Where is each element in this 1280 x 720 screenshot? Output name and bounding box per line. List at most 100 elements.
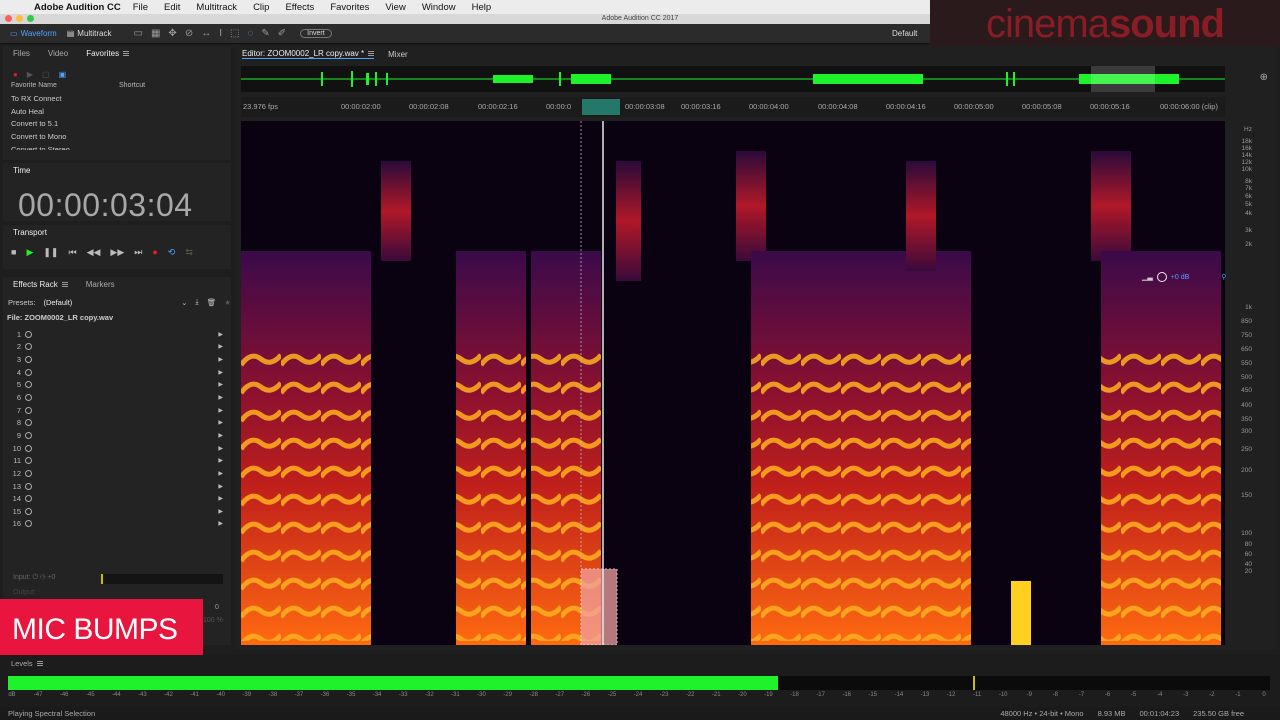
effect-slot[interactable]: 3 ▶	[3, 353, 231, 366]
chevron-down-icon[interactable]: ⌄	[181, 298, 187, 307]
minimize-window-button[interactable]	[16, 15, 23, 22]
tab-editor[interactable]: Editor: ZOOM0002_LR copy.wav *	[242, 49, 375, 59]
skip-icon[interactable]: ⇆	[185, 247, 193, 258]
waveform-display-icon[interactable]: ▭	[134, 28, 143, 39]
power-icon[interactable]	[25, 457, 32, 465]
close-window-button[interactable]	[5, 15, 12, 22]
tab-files[interactable]: Files	[13, 49, 30, 58]
multitrack-view-button[interactable]: ▤ Multitrack	[67, 29, 112, 38]
tab-mixer[interactable]: Mixer	[388, 50, 408, 59]
effect-slot[interactable]: 5 ▶	[3, 379, 231, 392]
lasso-tool-icon[interactable]: ◌	[247, 28, 253, 39]
zoom-fit-icon[interactable]: ⊕	[1260, 72, 1268, 83]
power-icon[interactable]	[25, 368, 32, 376]
panel-menu-icon[interactable]	[123, 50, 130, 56]
input-db[interactable]: +0	[47, 574, 55, 581]
current-time-display[interactable]: 00:00:03:04	[3, 187, 231, 224]
move-tool-icon[interactable]: ✥	[168, 28, 176, 39]
play-favorite-icon[interactable]: ▶	[27, 70, 33, 79]
chevron-right-icon[interactable]: ▶	[218, 445, 223, 452]
chevron-right-icon[interactable]: ▶	[218, 407, 223, 414]
panel-menu-icon[interactable]	[61, 281, 68, 287]
menu-multitrack[interactable]: Multitrack	[196, 2, 237, 13]
menu-effects[interactable]: Effects	[285, 2, 314, 13]
record-icon[interactable]: ●	[152, 247, 157, 258]
edit-favorite-icon[interactable]: ▣	[59, 70, 67, 79]
spot-healing-tool-icon[interactable]: ✐	[278, 28, 286, 39]
play-icon[interactable]: ▶	[26, 247, 33, 258]
hud-gain-value[interactable]: +0 dB	[1171, 274, 1190, 281]
rewind-icon[interactable]: ◀◀	[87, 247, 101, 258]
chevron-right-icon[interactable]: ▶	[218, 520, 223, 527]
menu-edit[interactable]: Edit	[164, 2, 180, 13]
power-icon[interactable]	[25, 482, 32, 490]
chevron-right-icon[interactable]: ▶	[218, 457, 223, 464]
menu-view[interactable]: View	[385, 2, 405, 13]
tab-video[interactable]: Video	[48, 49, 68, 58]
effect-slot[interactable]: 10 ▶	[3, 442, 231, 455]
effect-slot[interactable]: 15 ▶	[3, 505, 231, 518]
chevron-right-icon[interactable]: ▶	[218, 343, 223, 350]
effect-slot[interactable]: 16 ▶	[3, 518, 231, 531]
menu-help[interactable]: Help	[472, 2, 492, 13]
chevron-right-icon[interactable]: ▶	[218, 483, 223, 490]
effect-slot[interactable]: 11 ▶	[3, 454, 231, 467]
chevron-right-icon[interactable]: ▶	[218, 419, 223, 426]
brush-tool-icon[interactable]: ✎	[261, 28, 269, 39]
panel-menu-icon[interactable]	[368, 51, 375, 56]
favorite-item[interactable]: Convert to 5.1	[3, 118, 231, 131]
save-preset-icon[interactable]: ⤓	[195, 297, 198, 307]
power-icon[interactable]	[25, 469, 32, 477]
hud-gain-control[interactable]: ▁▃ +0 dB ⚲	[1142, 272, 1226, 282]
selection-range[interactable]	[582, 99, 620, 115]
razor-tool-icon[interactable]: ⊘	[185, 28, 193, 39]
power-icon[interactable]	[25, 406, 32, 414]
effect-slot[interactable]: 1 ▶	[3, 328, 231, 341]
menu-window[interactable]: Window	[422, 2, 456, 13]
chevron-right-icon[interactable]: ▶	[218, 369, 223, 376]
delete-favorite-icon[interactable]: ▢	[42, 70, 50, 79]
tab-markers[interactable]: Markers	[86, 280, 115, 289]
menu-favorites[interactable]: Favorites	[330, 2, 369, 13]
record-favorite-icon[interactable]: ●	[13, 70, 18, 79]
chevron-right-icon[interactable]: ▶	[218, 432, 223, 439]
effect-slot[interactable]: 12 ▶	[3, 467, 231, 480]
favorite-item[interactable]: Convert to Mono	[3, 131, 231, 144]
fast-forward-icon[interactable]: ▶▶	[110, 247, 124, 258]
marquee-tool-icon[interactable]: ⬚	[230, 28, 239, 39]
effect-slot[interactable]: 7 ▶	[3, 404, 231, 417]
tab-favorites[interactable]: Favorites	[86, 49, 130, 58]
go-to-start-icon[interactable]: ⏮	[68, 247, 76, 258]
chevron-right-icon[interactable]: ▶	[218, 470, 223, 477]
menu-file[interactable]: File	[133, 2, 148, 13]
waveform-view-button[interactable]: ▭ Waveform	[10, 29, 57, 38]
power-icon[interactable]	[25, 495, 32, 503]
favorite-item[interactable]: To RX Connect	[3, 93, 231, 106]
presets-dropdown[interactable]: (Default)	[44, 298, 174, 307]
invert-button[interactable]: Invert	[300, 29, 332, 38]
power-icon[interactable]	[25, 431, 32, 439]
chevron-right-icon[interactable]: ▶	[218, 495, 223, 502]
menu-clip[interactable]: Clip	[253, 2, 269, 13]
effect-slot[interactable]: 8 ▶	[3, 416, 231, 429]
power-icon[interactable]	[25, 520, 32, 528]
tab-effects-rack[interactable]: Effects Rack	[13, 280, 68, 289]
favorite-star-icon[interactable]: ★	[224, 298, 231, 307]
slip-tool-icon[interactable]: ↔	[201, 28, 211, 39]
power-icon[interactable]	[25, 419, 32, 427]
power-icon[interactable]	[25, 343, 32, 351]
favorite-item[interactable]: Convert to Stereo	[3, 144, 231, 150]
panel-menu-icon[interactable]	[36, 661, 43, 666]
spectral-display-icon[interactable]: ▦	[151, 28, 160, 39]
chevron-right-icon[interactable]: ▶	[218, 356, 223, 363]
power-icon[interactable]	[25, 444, 32, 452]
effect-slot[interactable]: 4 ▶	[3, 366, 231, 379]
effect-slot[interactable]: 2 ▶	[3, 341, 231, 354]
chevron-right-icon[interactable]: ▶	[218, 508, 223, 515]
app-name-menu[interactable]: Adobe Audition CC	[34, 2, 121, 13]
power-icon[interactable]	[25, 381, 32, 389]
effect-slot[interactable]: 14 ▶	[3, 492, 231, 505]
workspace-selector[interactable]: Default	[892, 29, 917, 38]
time-ruler[interactable]: 23.976 fps 00:00:02:00 00:00:02:08 00:00…	[241, 97, 1225, 117]
power-icon[interactable]	[25, 507, 32, 515]
